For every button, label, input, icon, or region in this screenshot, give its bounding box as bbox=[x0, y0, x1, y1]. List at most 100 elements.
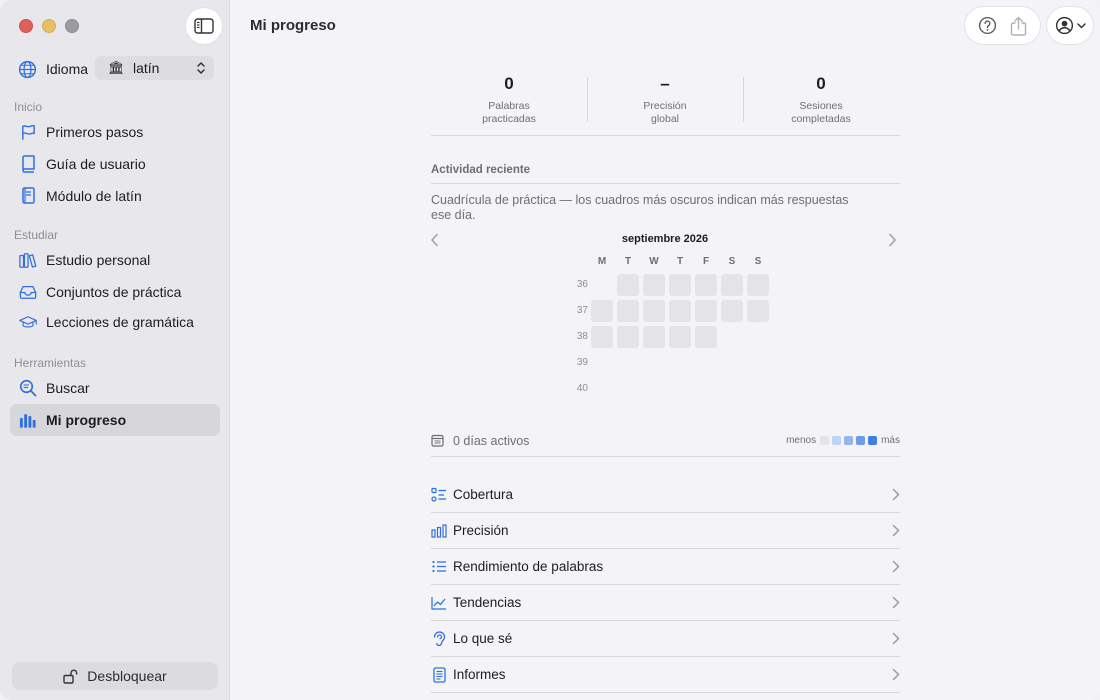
active-days-row: 0 días activos menos más bbox=[431, 430, 900, 457]
help-icon[interactable] bbox=[978, 16, 997, 35]
calendar-day-cell[interactable] bbox=[721, 274, 743, 296]
link-label: Informes bbox=[453, 667, 506, 682]
chevron-right-icon bbox=[892, 632, 900, 645]
section-estudiar: Estudiar bbox=[14, 228, 59, 242]
sidebar-item-guia[interactable]: Guía de usuario bbox=[10, 148, 220, 180]
bar-chart-icon bbox=[19, 411, 37, 429]
calendar-day-cell[interactable] bbox=[669, 326, 691, 348]
previous-month-button[interactable] bbox=[430, 233, 439, 247]
link-rendimiento[interactable]: Rendimiento de palabras bbox=[431, 549, 900, 585]
page-title: Mi progreso bbox=[250, 17, 336, 34]
legend-swatch bbox=[832, 436, 842, 445]
calendar-day-cell[interactable] bbox=[617, 274, 639, 296]
up-down-chevron-icon bbox=[196, 60, 206, 79]
weekday-label: T bbox=[676, 256, 684, 267]
calendar-day-cell[interactable] bbox=[695, 274, 717, 296]
bar-chart-outline-icon bbox=[431, 523, 447, 539]
next-month-button[interactable] bbox=[888, 233, 897, 247]
weekday-label: F bbox=[702, 256, 710, 267]
sidebar-item-modulo[interactable]: Módulo de latín bbox=[10, 180, 220, 212]
calendar-day-cell[interactable] bbox=[617, 300, 639, 322]
stat-label-line2: global bbox=[650, 113, 680, 125]
sidebar-toggle-button[interactable] bbox=[186, 8, 222, 44]
weekday-label: T bbox=[624, 256, 632, 267]
calendar-day-cell[interactable] bbox=[721, 300, 743, 322]
app-window: Idioma 🏛 latín Inicio Primeros pasos Guí… bbox=[0, 0, 1100, 700]
list-icon bbox=[431, 559, 447, 575]
language-select[interactable]: 🏛 latín bbox=[95, 56, 214, 80]
link-tendencias[interactable]: Tendencias bbox=[431, 585, 900, 621]
sidebar-item-label: Buscar bbox=[46, 380, 90, 396]
legend-more-label: más bbox=[881, 435, 900, 446]
stats-summary: 0 Palabras practicadas – Precisión global … bbox=[431, 66, 900, 136]
section-herramientas: Herramientas bbox=[14, 356, 87, 370]
minimize-window-button[interactable] bbox=[42, 19, 56, 33]
chevron-right-icon bbox=[892, 488, 900, 501]
sidebar-item-progreso[interactable]: Mi progreso bbox=[10, 404, 220, 436]
weekday-label: S bbox=[728, 256, 736, 267]
link-label: Cobertura bbox=[453, 487, 514, 502]
chevron-down-icon bbox=[1076, 22, 1086, 29]
calendar-day-cell[interactable] bbox=[643, 300, 665, 322]
legend-less-label: menos bbox=[786, 435, 817, 446]
account-menu-button[interactable] bbox=[1047, 7, 1093, 44]
stat-label-line2: completadas bbox=[791, 113, 851, 125]
calendar-day-cell[interactable] bbox=[695, 326, 717, 348]
sidebar-item-label: Estudio personal bbox=[46, 252, 151, 268]
sidebar-item-lecciones[interactable]: Lecciones de gramática bbox=[10, 306, 220, 338]
sidebar-item-buscar[interactable]: Buscar bbox=[10, 372, 220, 404]
user-icon bbox=[1055, 16, 1074, 35]
calendar-icon bbox=[431, 434, 444, 447]
calendar-day-cell[interactable] bbox=[747, 274, 769, 296]
stat-label-line1: Precisión bbox=[643, 100, 687, 112]
globe-icon bbox=[18, 60, 37, 79]
calendar-day-cell[interactable] bbox=[643, 274, 665, 296]
share-icon[interactable] bbox=[1010, 16, 1027, 36]
stat-value: 0 bbox=[504, 74, 514, 93]
language-row: Idioma 🏛 latín bbox=[18, 56, 218, 82]
calendar-day-cell[interactable] bbox=[643, 326, 665, 348]
week-number: 36 bbox=[576, 279, 588, 290]
sidebar-item-conjuntos[interactable]: Conjuntos de práctica bbox=[10, 276, 220, 308]
calendar-day-cell[interactable] bbox=[591, 326, 613, 348]
link-label: Rendimiento de palabras bbox=[453, 559, 604, 574]
calendar-day-cell[interactable] bbox=[747, 300, 769, 322]
stat-label: Sesiones completadas bbox=[743, 100, 899, 126]
calendar-day-cell[interactable] bbox=[669, 274, 691, 296]
sidebar-item-estudio[interactable]: Estudio personal bbox=[10, 244, 220, 276]
calendar-day-cell[interactable] bbox=[669, 300, 691, 322]
active-days-text: 0 días activos bbox=[453, 434, 530, 448]
calendar-day-cell[interactable] bbox=[695, 300, 717, 322]
graduation-cap-icon bbox=[19, 313, 37, 331]
stat-sesiones: 0 Sesiones completadas bbox=[743, 66, 899, 126]
book-icon bbox=[19, 155, 37, 173]
sidebar-item-label: Módulo de latín bbox=[46, 188, 142, 204]
week-number: 40 bbox=[576, 383, 588, 394]
unlock-button[interactable]: Desbloquear bbox=[12, 662, 218, 690]
zoom-window-button[interactable] bbox=[65, 19, 79, 33]
unlock-icon bbox=[63, 669, 78, 684]
unlock-label: Desbloquear bbox=[87, 668, 167, 684]
temple-icon: 🏛 bbox=[108, 60, 125, 75]
search-icon bbox=[19, 379, 37, 397]
ear-icon bbox=[431, 630, 447, 647]
link-label: Precisión bbox=[453, 523, 509, 538]
intensity-legend: menos más bbox=[786, 435, 900, 446]
stat-precision: – Precisión global bbox=[587, 66, 743, 126]
sidebar-item-primeros-pasos[interactable]: Primeros pasos bbox=[10, 116, 220, 148]
stat-label-line1: Sesiones bbox=[799, 100, 843, 112]
sidebar-item-label: Mi progreso bbox=[46, 412, 127, 428]
week-number: 38 bbox=[576, 331, 588, 342]
sidebar-toggle-icon bbox=[194, 18, 214, 34]
close-window-button[interactable] bbox=[19, 19, 33, 33]
calendar-day-cell[interactable] bbox=[617, 326, 639, 348]
link-cobertura[interactable]: Cobertura bbox=[431, 477, 900, 513]
line-chart-icon bbox=[431, 595, 447, 611]
link-precision[interactable]: Precisión bbox=[431, 513, 900, 549]
chevron-right-icon bbox=[892, 596, 900, 609]
stat-label: Palabras practicadas bbox=[431, 100, 587, 126]
stat-palabras: 0 Palabras practicadas bbox=[431, 66, 587, 126]
link-informes[interactable]: Informes bbox=[431, 657, 900, 693]
calendar-day-cell[interactable] bbox=[591, 300, 613, 322]
link-lo-que-se[interactable]: Lo que sé bbox=[431, 621, 900, 657]
